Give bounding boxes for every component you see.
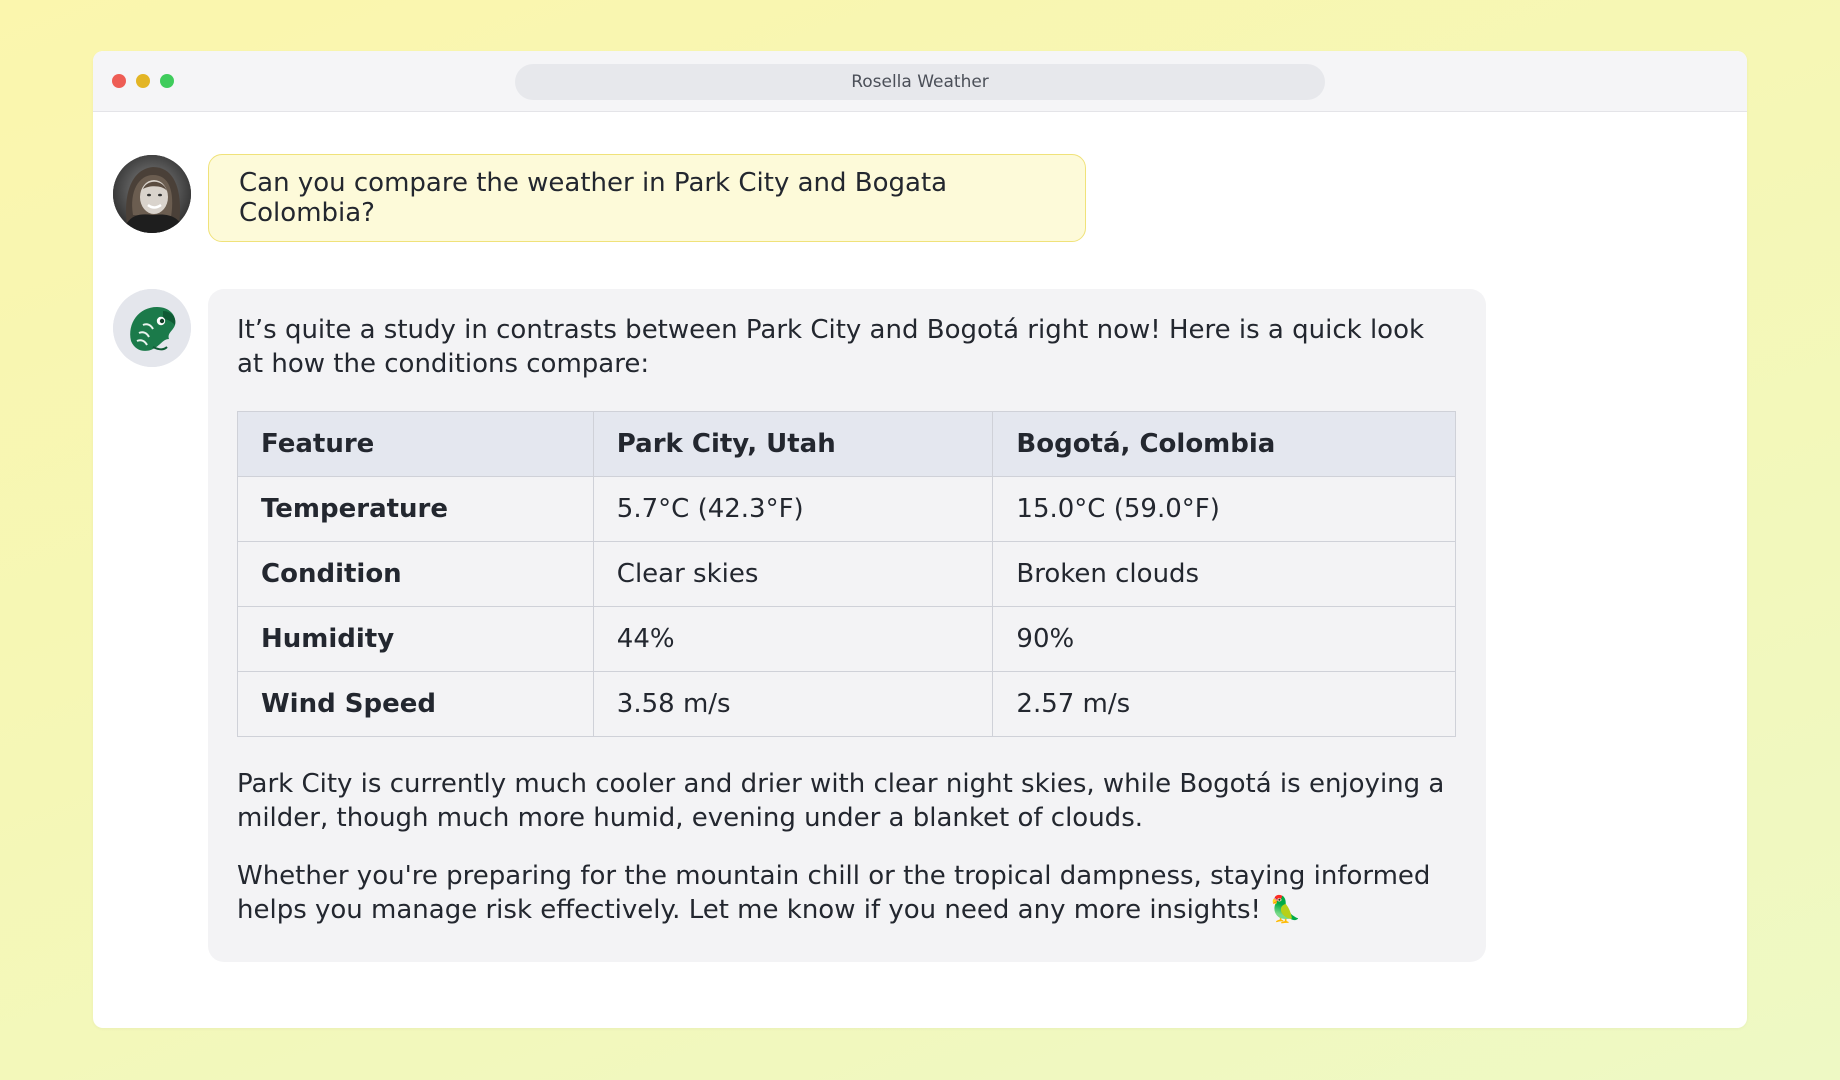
- table-header-cell: Park City, Utah: [592, 411, 994, 477]
- table-cell-feature: Condition: [237, 541, 594, 607]
- user-avatar-photo-icon: [113, 155, 191, 233]
- parrot-head-icon: [113, 289, 191, 367]
- minimize-window-button[interactable]: [136, 74, 150, 88]
- weather-comparison-table: Feature Park City, Utah Bogotá, Colombia…: [237, 411, 1456, 737]
- table-cell: 15.0°C (59.0°F): [992, 476, 1456, 542]
- maximize-window-button[interactable]: [160, 74, 174, 88]
- assistant-summary-text: Park City is currently much cooler and d…: [237, 769, 1445, 833]
- table-row: Temperature 5.7°C (42.3°F) 15.0°C (59.0°…: [237, 476, 1456, 542]
- assistant-intro-text: It’s quite a study in contrasts between …: [237, 315, 1425, 379]
- window-title: Rosella Weather: [515, 64, 1325, 100]
- table-row: Condition Clear skies Broken clouds: [237, 541, 1456, 607]
- assistant-closing-text: Whether you're preparing for the mountai…: [237, 861, 1431, 925]
- app-window: Rosella Weather Can you compare the weat…: [93, 51, 1747, 1028]
- table-cell: 44%: [592, 606, 994, 672]
- table-cell-feature: Temperature: [237, 476, 594, 542]
- table-cell-feature: Humidity: [237, 606, 594, 672]
- user-message-text: Can you compare the weather in Park City…: [239, 168, 948, 228]
- table-cell: 90%: [992, 606, 1456, 672]
- table-cell-feature: Wind Speed: [237, 671, 594, 737]
- table-header-cell: Feature: [237, 411, 594, 477]
- user-avatar: [113, 155, 191, 233]
- table-cell: Clear skies: [592, 541, 994, 607]
- table-row: Wind Speed 3.58 m/s 2.57 m/s: [237, 671, 1456, 737]
- assistant-message-bubble: It’s quite a study in contrasts between …: [208, 289, 1486, 962]
- table-cell: Broken clouds: [992, 541, 1456, 607]
- close-window-button[interactable]: [112, 74, 126, 88]
- user-message-bubble: Can you compare the weather in Park City…: [208, 154, 1086, 242]
- table-cell: 3.58 m/s: [592, 671, 994, 737]
- table-cell: 5.7°C (42.3°F): [592, 476, 994, 542]
- table-header-row: Feature Park City, Utah Bogotá, Colombia: [237, 411, 1456, 477]
- title-bar: Rosella Weather: [93, 51, 1747, 112]
- assistant-avatar: [113, 289, 191, 367]
- table-row: Humidity 44% 90%: [237, 606, 1456, 672]
- table-cell: 2.57 m/s: [992, 671, 1456, 737]
- table-header-cell: Bogotá, Colombia: [992, 411, 1456, 477]
